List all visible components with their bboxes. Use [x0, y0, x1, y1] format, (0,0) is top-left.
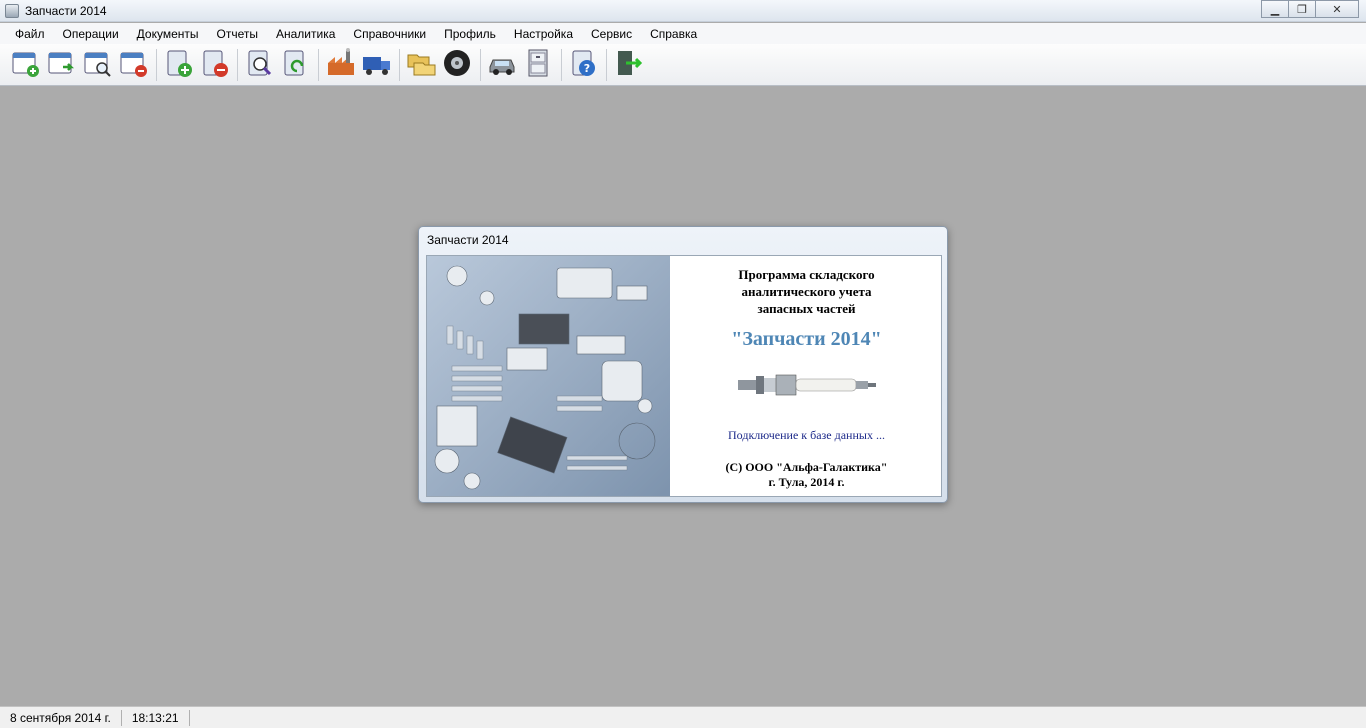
toolbar-separator [156, 48, 157, 81]
cabinet-button[interactable] [521, 48, 555, 82]
parts-photo [427, 256, 670, 496]
menu-item[interactable]: Файл [6, 25, 54, 43]
toolbar: ? [0, 44, 1366, 86]
calendar-add-button[interactable] [8, 48, 42, 82]
app-icon [5, 3, 19, 18]
toolbar-separator [318, 48, 319, 81]
menu-item[interactable]: Справочники [344, 25, 435, 43]
window-controls: ▁ ❐ ✕ [1261, 0, 1359, 18]
connection-status: Подключение к базе данных ... [728, 428, 885, 442]
document-search-icon [243, 47, 275, 82]
splash-dialog: Запчасти 2014 Программа складского анали… [418, 226, 948, 503]
calendar-delete-icon [117, 47, 149, 82]
help-button[interactable]: ? [566, 48, 600, 82]
document-refresh-icon [279, 47, 311, 82]
menu-item[interactable]: Справка [641, 25, 706, 43]
truck-icon [360, 47, 392, 82]
tire-button[interactable] [440, 48, 474, 82]
splash-content: Программа складского аналитического учет… [426, 255, 942, 497]
car-button[interactable] [485, 48, 519, 82]
spark-plug-icon [738, 366, 878, 404]
calendar-add-icon [9, 47, 41, 82]
document-search-button[interactable] [242, 48, 276, 82]
folders-button[interactable] [404, 48, 438, 82]
product-name: "Запчасти 2014" [731, 328, 882, 350]
menu-bar: Файл Операции Документы Отчеты Аналитика Спра… [0, 23, 1366, 44]
document-add-button[interactable] [161, 48, 195, 82]
minimize-button[interactable]: ▁ [1261, 0, 1289, 18]
menu-item[interactable]: Аналитика [267, 25, 344, 43]
car-icon [486, 47, 518, 82]
menu-item[interactable]: Отчеты [208, 25, 267, 43]
help-icon: ? [567, 47, 599, 82]
splash-info: Программа складского аналитического учет… [670, 256, 941, 496]
calendar-export-icon [45, 47, 77, 82]
maximize-button[interactable]: ❐ [1288, 0, 1316, 18]
menu-item[interactable]: Документы [128, 25, 208, 43]
menu-item[interactable]: Профиль [435, 25, 505, 43]
toolbar-separator [480, 48, 481, 81]
close-button[interactable]: ✕ [1315, 0, 1359, 18]
status-date: 8 сентября 2014 г. [0, 709, 122, 726]
tire-icon [441, 47, 473, 82]
exit-icon [612, 47, 644, 82]
document-refresh-button[interactable] [278, 48, 312, 82]
toolbar-separator [399, 48, 400, 81]
calendar-search-icon [81, 47, 113, 82]
folders-icon [405, 47, 437, 82]
factory-button[interactable] [323, 48, 357, 82]
document-add-icon [162, 47, 194, 82]
calendar-export-button[interactable] [44, 48, 78, 82]
toolbar-separator [561, 48, 562, 81]
calendar-delete-button[interactable] [116, 48, 150, 82]
toolbar-separator [606, 48, 607, 81]
status-time: 18:13:21 [122, 709, 190, 726]
window-title: Запчасти 2014 [25, 3, 107, 18]
menu-item[interactable]: Операции [54, 25, 128, 43]
document-delete-button[interactable] [197, 48, 231, 82]
cabinet-icon [522, 47, 554, 82]
calendar-search-button[interactable] [80, 48, 114, 82]
program-description: Программа складского аналитического учет… [738, 267, 875, 316]
truck-button[interactable] [359, 48, 393, 82]
exit-button[interactable] [611, 48, 645, 82]
document-delete-icon [198, 47, 230, 82]
status-bar: 8 сентября 2014 г. 18:13:21 [0, 706, 1366, 728]
copyright: (C) ООО "Альфа-Галактика" г. Тула, 2014 … [725, 460, 888, 489]
menu-item[interactable]: Настройка [505, 25, 582, 43]
toolbar-separator [237, 48, 238, 81]
window-titlebar: Запчасти 2014 [0, 0, 1366, 22]
factory-icon [324, 47, 356, 82]
splash-title: Запчасти 2014 [427, 233, 509, 247]
svg-text:?: ? [584, 62, 590, 75]
menu-item[interactable]: Сервис [582, 25, 641, 43]
